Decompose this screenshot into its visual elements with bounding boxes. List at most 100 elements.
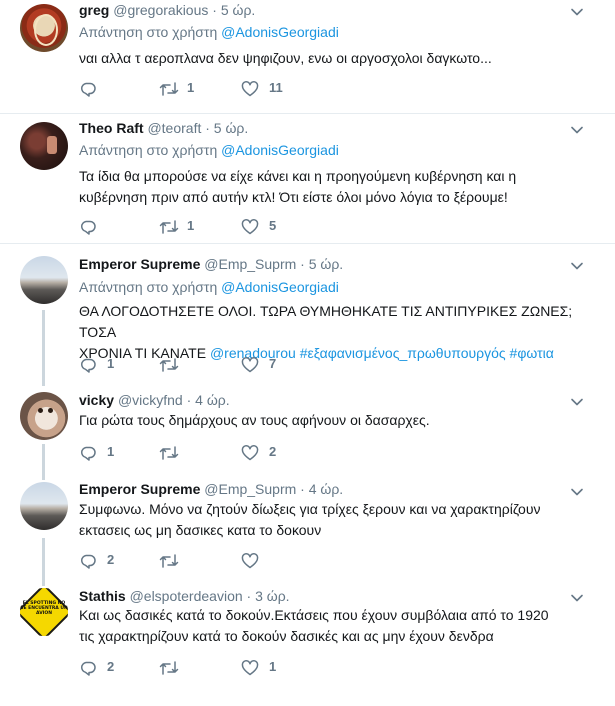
retweet-button[interactable] [159, 442, 219, 464]
tweet-header: greg @gregorakious · 5 ώρ. [79, 0, 255, 20]
user-name[interactable]: Theo Raft [79, 120, 144, 136]
tweet-text-line: Τα ίδια θα μπορούσε να είχε κάνει και η … [79, 168, 517, 184]
tweet-3[interactable]: Emperor Supreme @Emp_Suprm · 5 ώρ. Απάντ… [0, 244, 615, 380]
hashtag-link[interactable]: #φωτια [510, 345, 554, 361]
avatar[interactable] [20, 4, 68, 52]
tweet-text-line: Συμφωνω. Μόνο να ζητούν δίωξεις για τρίχ… [79, 501, 541, 517]
reply-icon [80, 358, 96, 373]
retweet-button[interactable]: 1 [159, 216, 219, 238]
reply-icon [80, 82, 96, 97]
hashtag-link[interactable]: #εξαφανισμένος_πρωθυπουργός [300, 345, 506, 361]
timestamp[interactable]: · 5 ώρ. [208, 2, 255, 18]
chevron-down-icon[interactable] [569, 122, 585, 138]
avatar[interactable]: EL SPOTTING NO SE ENCUENTRA UN AVION [20, 588, 68, 636]
tweet-4[interactable]: vicky @vickyfnd · 4 ώρ. Για ρώτα τους δη… [0, 380, 615, 476]
retweet-icon [159, 446, 179, 460]
reply-button[interactable] [79, 216, 139, 238]
retweet-button[interactable] [159, 550, 219, 572]
user-handle[interactable]: @Emp_Suprm [204, 481, 296, 497]
replying-to: Απάντηση στο χρήστη @AdonisGeorgiadi [79, 277, 339, 297]
reply-button[interactable] [79, 78, 139, 100]
tweet-text-line: κυβέρνηση πριν από αυτήν κτλ! Ότι είστε … [79, 189, 508, 205]
timestamp[interactable]: · 4 ώρ. [183, 392, 230, 408]
replying-to: Απάντηση στο χρήστη @AdonisGeorgiadi [79, 22, 339, 42]
tweet-text-line: τις χαρακτηρίζουν κατά το δοκούν δασικές… [79, 628, 494, 644]
retweet-icon [159, 661, 179, 675]
like-button[interactable] [241, 550, 301, 572]
reply-icon [80, 446, 96, 461]
user-name[interactable]: Emperor Supreme [79, 256, 200, 272]
retweet-icon [159, 554, 179, 568]
retweet-button[interactable] [159, 354, 219, 376]
retweet-count: 1 [187, 218, 195, 233]
avatar[interactable] [20, 122, 68, 170]
tweet-5[interactable]: Emperor Supreme @Emp_Suprm · 4 ώρ. Συμφω… [0, 476, 615, 576]
chevron-down-icon[interactable] [569, 258, 585, 274]
avatar[interactable] [20, 482, 68, 530]
like-count: 7 [269, 356, 277, 371]
reply-button[interactable]: 1 [79, 354, 139, 376]
reply-icon [80, 554, 96, 569]
like-count: 2 [269, 444, 277, 459]
retweet-button[interactable]: 1 [159, 78, 219, 100]
avatar[interactable] [20, 392, 68, 440]
reply-button[interactable]: 2 [79, 550, 139, 572]
like-button[interactable]: 7 [241, 354, 301, 376]
user-handle[interactable]: @teoraft [147, 120, 201, 136]
reply-prefix: Απάντηση στο χρήστη [79, 279, 222, 295]
like-button[interactable]: 2 [241, 442, 301, 464]
reply-button[interactable]: 1 [79, 442, 139, 464]
reply-prefix: Απάντηση στο χρήστη [79, 24, 222, 40]
user-name[interactable]: vicky [79, 392, 114, 408]
user-name[interactable]: Stathis [79, 588, 126, 604]
tweet-text: ναι αλλα τ αεροπλανα δεν ψηφιζουν, ενω ο… [79, 50, 492, 66]
user-handle[interactable]: @Emp_Suprm [204, 256, 296, 272]
heart-icon [241, 219, 259, 235]
tweet-text-line: ΧΡΟΝΙΑ ΤΙ ΚΑΝΑΤΕ @renadourou #εξαφανισμέ… [79, 343, 599, 364]
user-handle[interactable]: @elspoterdeavion [130, 588, 243, 604]
retweet-icon [159, 82, 179, 96]
timestamp[interactable]: · 4 ώρ. [296, 481, 343, 497]
like-button[interactable]: 1 [241, 657, 301, 679]
reply-button[interactable]: 2 [79, 657, 139, 679]
like-count: 11 [269, 80, 283, 95]
chevron-down-icon[interactable] [569, 484, 585, 500]
mention-link[interactable]: @AdonisGeorgiadi [221, 279, 339, 295]
retweet-icon [159, 220, 179, 234]
tweet-header: Stathis @elspoterdeavion · 3 ώρ. [79, 586, 290, 606]
tweet-text: ΘΑ ΛΟΓΟΔΟΤΗΣΕΤΕ ΟΛΟΙ. ΤΩΡΑ ΘΥΜΗΘΗΚΑΤΕ ΤΙ… [79, 301, 599, 364]
tweet-2[interactable]: Theo Raft @teoraft · 5 ώρ. Απάντηση στο … [0, 114, 615, 243]
like-count: 1 [269, 659, 277, 674]
user-name[interactable]: greg [79, 2, 109, 18]
chevron-down-icon[interactable] [569, 394, 585, 410]
tweet-text-line: ΘΑ ΛΟΓΟΔΟΤΗΣΕΤΕ ΟΛΟΙ. ΤΩΡΑ ΘΥΜΗΘΗΚΑΤΕ ΤΙ… [79, 303, 573, 340]
mention-link[interactable]: @AdonisGeorgiadi [221, 24, 339, 40]
retweet-count: 1 [187, 80, 195, 95]
timestamp[interactable]: · 3 ώρ. [243, 588, 290, 604]
reply-count: 2 [107, 659, 115, 674]
reply-count: 1 [107, 444, 115, 459]
tweet-header: Emperor Supreme @Emp_Suprm · 5 ώρ. [79, 254, 343, 274]
heart-icon [241, 357, 259, 373]
like-button[interactable]: 5 [241, 216, 301, 238]
chevron-down-icon[interactable] [569, 4, 585, 20]
timestamp[interactable]: · 5 ώρ. [201, 120, 248, 136]
heart-icon [241, 81, 259, 97]
reply-prefix: Απάντηση στο χρήστη [79, 142, 222, 158]
tweet-text: Και ως δασικές κατά το δοκούν.Εκτάσεις π… [79, 605, 599, 647]
tweet-6[interactable]: EL SPOTTING NO SE ENCUENTRA UN AVION Sta… [0, 576, 615, 706]
reply-count: 2 [107, 552, 115, 567]
timestamp[interactable]: · 5 ώρ. [296, 256, 343, 272]
avatar[interactable] [20, 256, 68, 304]
tweet-text: Για ρώτα τους δημάρχους αν τους αφήνουν … [79, 412, 430, 428]
like-button[interactable]: 11 [241, 78, 301, 100]
retweet-button[interactable] [159, 657, 219, 679]
user-name[interactable]: Emperor Supreme [79, 481, 200, 497]
chevron-down-icon[interactable] [569, 590, 585, 606]
user-handle[interactable]: @gregorakious [113, 2, 208, 18]
replying-to: Απάντηση στο χρήστη @AdonisGeorgiadi [79, 140, 339, 160]
tweet-1[interactable]: greg @gregorakious · 5 ώρ. Απάντηση στο … [0, 0, 615, 113]
mention-link[interactable]: @AdonisGeorgiadi [221, 142, 339, 158]
reply-icon [80, 661, 96, 676]
user-handle[interactable]: @vickyfnd [118, 392, 183, 408]
